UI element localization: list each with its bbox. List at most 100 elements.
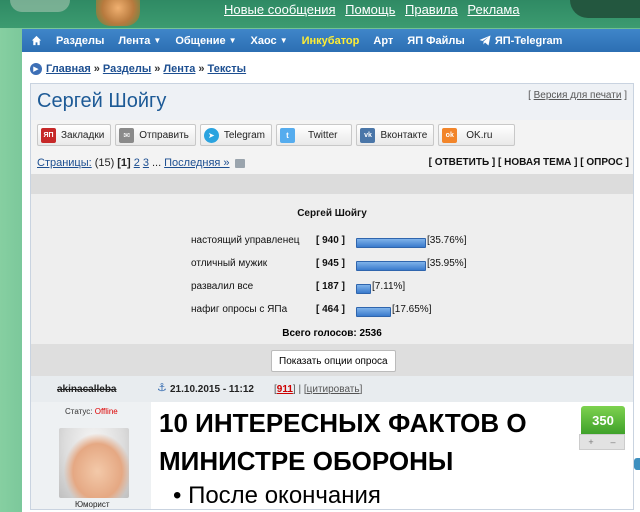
poll-bar: [356, 284, 371, 294]
share-telegram-button[interactable]: ➤ Telegram: [199, 124, 273, 146]
poll-option-percent: [17.65%]: [392, 304, 432, 315]
post-header: akinacalleba ⚓ 21.10.2015 - 11:12 [911] …: [31, 376, 633, 402]
telegram-icon: ➤: [203, 127, 219, 143]
topic-header: Сергей Шойгу [ Версия для печати ]: [31, 84, 633, 120]
anchor-icon[interactable]: ⚓: [157, 381, 167, 394]
poll-option-label: настоящий управленец: [191, 235, 300, 246]
poll-option-label: нафиг опросы с ЯПа: [191, 304, 288, 315]
caret-down-icon: ▼: [153, 36, 162, 45]
breadcrumb-home[interactable]: Главная: [46, 63, 91, 75]
poll-bar: [356, 307, 391, 317]
nav-item-communication[interactable]: Общение ▼: [168, 35, 243, 47]
user-rank: Юморист: [75, 500, 110, 509]
breadcrumb-sections[interactable]: Разделы: [103, 63, 151, 75]
status-offline: Offline: [94, 407, 118, 416]
poll-bar: [356, 238, 426, 248]
nav-item-chaos[interactable]: Хаос ▼: [244, 35, 295, 47]
banner-decoration-right: [570, 0, 640, 18]
poll-option-label: развалил все: [191, 281, 254, 292]
poll-option-count: [ 187 ]: [316, 281, 345, 292]
post-body: Статус: Offline Юморист 10 ИНТЕРЕСНЫХ ФА…: [31, 402, 633, 509]
topic-container: Сергей Шойгу [ Версия для печати ] ЯП За…: [30, 83, 634, 510]
twitter-icon: t: [280, 127, 296, 143]
print-version-link[interactable]: Версия для печати: [534, 90, 622, 101]
post-author[interactable]: akinacalleba: [57, 384, 116, 395]
top-links: Новые сообщения Помощь Правила Реклама: [224, 2, 526, 17]
print-version: [ Версия для печати ]: [528, 90, 627, 101]
odnoklassniki-icon: ok: [442, 127, 458, 143]
poll-option-percent: [35.76%]: [427, 235, 467, 246]
banner-decoration: [10, 0, 70, 12]
post-date: 21.10.2015 - 11:12: [170, 384, 254, 395]
poll-header-bar: [31, 174, 633, 194]
nav-item-telegram[interactable]: ЯП-Telegram: [472, 35, 570, 47]
vk-icon: vk: [360, 127, 376, 143]
nav-item-feed[interactable]: Лента ▼: [111, 35, 168, 47]
share-ok-button[interactable]: ok OK.ru: [438, 124, 516, 146]
share-vk-button[interactable]: vk Вконтакте: [356, 124, 435, 146]
page-jump-icon[interactable]: [234, 158, 245, 168]
breadcrumb-feed[interactable]: Лента: [163, 63, 195, 75]
top-link-rules[interactable]: Правила: [405, 2, 458, 17]
post-bullet-text: • После окончания: [173, 482, 381, 509]
poll-option-count: [ 940 ]: [316, 235, 345, 246]
main-nav: Разделы Лента ▼ Общение ▼ Хаос ▼ Инкубатор …: [22, 29, 640, 52]
nav-item-art[interactable]: Арт: [366, 35, 400, 47]
user-status: Статус: Offline: [65, 407, 118, 416]
breadcrumb-separator: »: [198, 63, 205, 75]
breadcrumb: ▶ Главная » Разделы » Лента » Тексты: [30, 63, 246, 75]
post-meta: [911] | [цитировать]: [274, 384, 363, 395]
pagination: Страницы: (15) [1] 2 3 ... Последняя »: [37, 157, 245, 169]
post-heading: 10 ИНТЕРЕСНЫХ ФАКТОВ О МИНИСТРЕ ОБОРОНЫ: [159, 408, 527, 476]
post-number-link[interactable]: 911: [277, 384, 293, 395]
site-banner: Новые сообщения Помощь Правила Реклама: [0, 0, 640, 28]
show-poll-options-button[interactable]: Показать опции опроса: [271, 350, 396, 372]
poll-option-count: [ 464 ]: [316, 304, 345, 315]
pagination-label[interactable]: Страницы:: [37, 157, 92, 169]
breadcrumb-separator: »: [93, 63, 100, 75]
current-page: [1]: [117, 157, 131, 169]
vote-controls: + –: [579, 434, 625, 450]
vote-plus-button[interactable]: +: [588, 437, 593, 447]
home-icon[interactable]: [22, 35, 49, 46]
poll-title: Сергей Шойгу: [297, 208, 367, 219]
share-bookmarks-button[interactable]: ЯП Закладки: [37, 124, 112, 146]
poll-bar: [356, 261, 426, 271]
last-page-link[interactable]: Последняя »: [164, 157, 229, 169]
poll: Сергей Шойгу настоящий управленец [ 940 …: [31, 194, 633, 344]
quote-link[interactable]: цитировать: [307, 384, 360, 395]
scroll-indicator[interactable]: [634, 458, 640, 470]
topic-actions[interactable]: [ ОТВЕТИТЬ ] [ НОВАЯ ТЕМА ] [ ОПРОС ]: [429, 157, 629, 168]
post-author-panel: Статус: Offline Юморист: [31, 402, 151, 509]
nav-item-incubator[interactable]: Инкубатор: [295, 35, 367, 47]
share-bar: ЯП Закладки ✉ Отправить ➤ Telegram t Twi…: [37, 124, 516, 146]
breadcrumb-texts[interactable]: Тексты: [208, 63, 247, 75]
nav-item-sections[interactable]: Разделы: [49, 35, 111, 47]
top-link-new-messages[interactable]: Новые сообщения: [224, 2, 336, 17]
page-link-3[interactable]: 3: [143, 157, 149, 169]
site-logo-cat[interactable]: [96, 0, 140, 26]
vote-minus-button[interactable]: –: [611, 437, 616, 447]
breadcrumb-separator: »: [154, 63, 161, 75]
arrow-right-icon: ▶: [30, 63, 42, 75]
page-title: Сергей Шойгу: [37, 90, 167, 112]
page-content: ▶ Главная » Разделы » Лента » Тексты Сер…: [22, 52, 640, 512]
top-link-ads[interactable]: Реклама: [467, 2, 519, 17]
share-twitter-button[interactable]: t Twitter: [276, 124, 353, 146]
caret-down-icon: ▼: [279, 36, 288, 45]
telegram-icon: [479, 35, 491, 46]
poll-option-label: отличный мужик: [191, 258, 268, 269]
poll-footer: Показать опции опроса: [31, 344, 633, 376]
yap-bookmark-icon: ЯП: [41, 127, 56, 143]
post-rating: 350: [581, 406, 625, 434]
nav-item-files[interactable]: ЯП Файлы: [400, 35, 472, 47]
top-link-help[interactable]: Помощь: [345, 2, 395, 17]
poll-option-percent: [7.11%]: [372, 281, 406, 292]
share-send-button[interactable]: ✉ Отправить: [115, 124, 196, 146]
poll-option-percent: [35.95%]: [427, 258, 467, 269]
page-link-2[interactable]: 2: [134, 157, 140, 169]
envelope-icon: ✉: [119, 127, 135, 143]
caret-down-icon: ▼: [228, 36, 237, 45]
avatar[interactable]: [59, 428, 129, 498]
poll-option-count: [ 945 ]: [316, 258, 345, 269]
